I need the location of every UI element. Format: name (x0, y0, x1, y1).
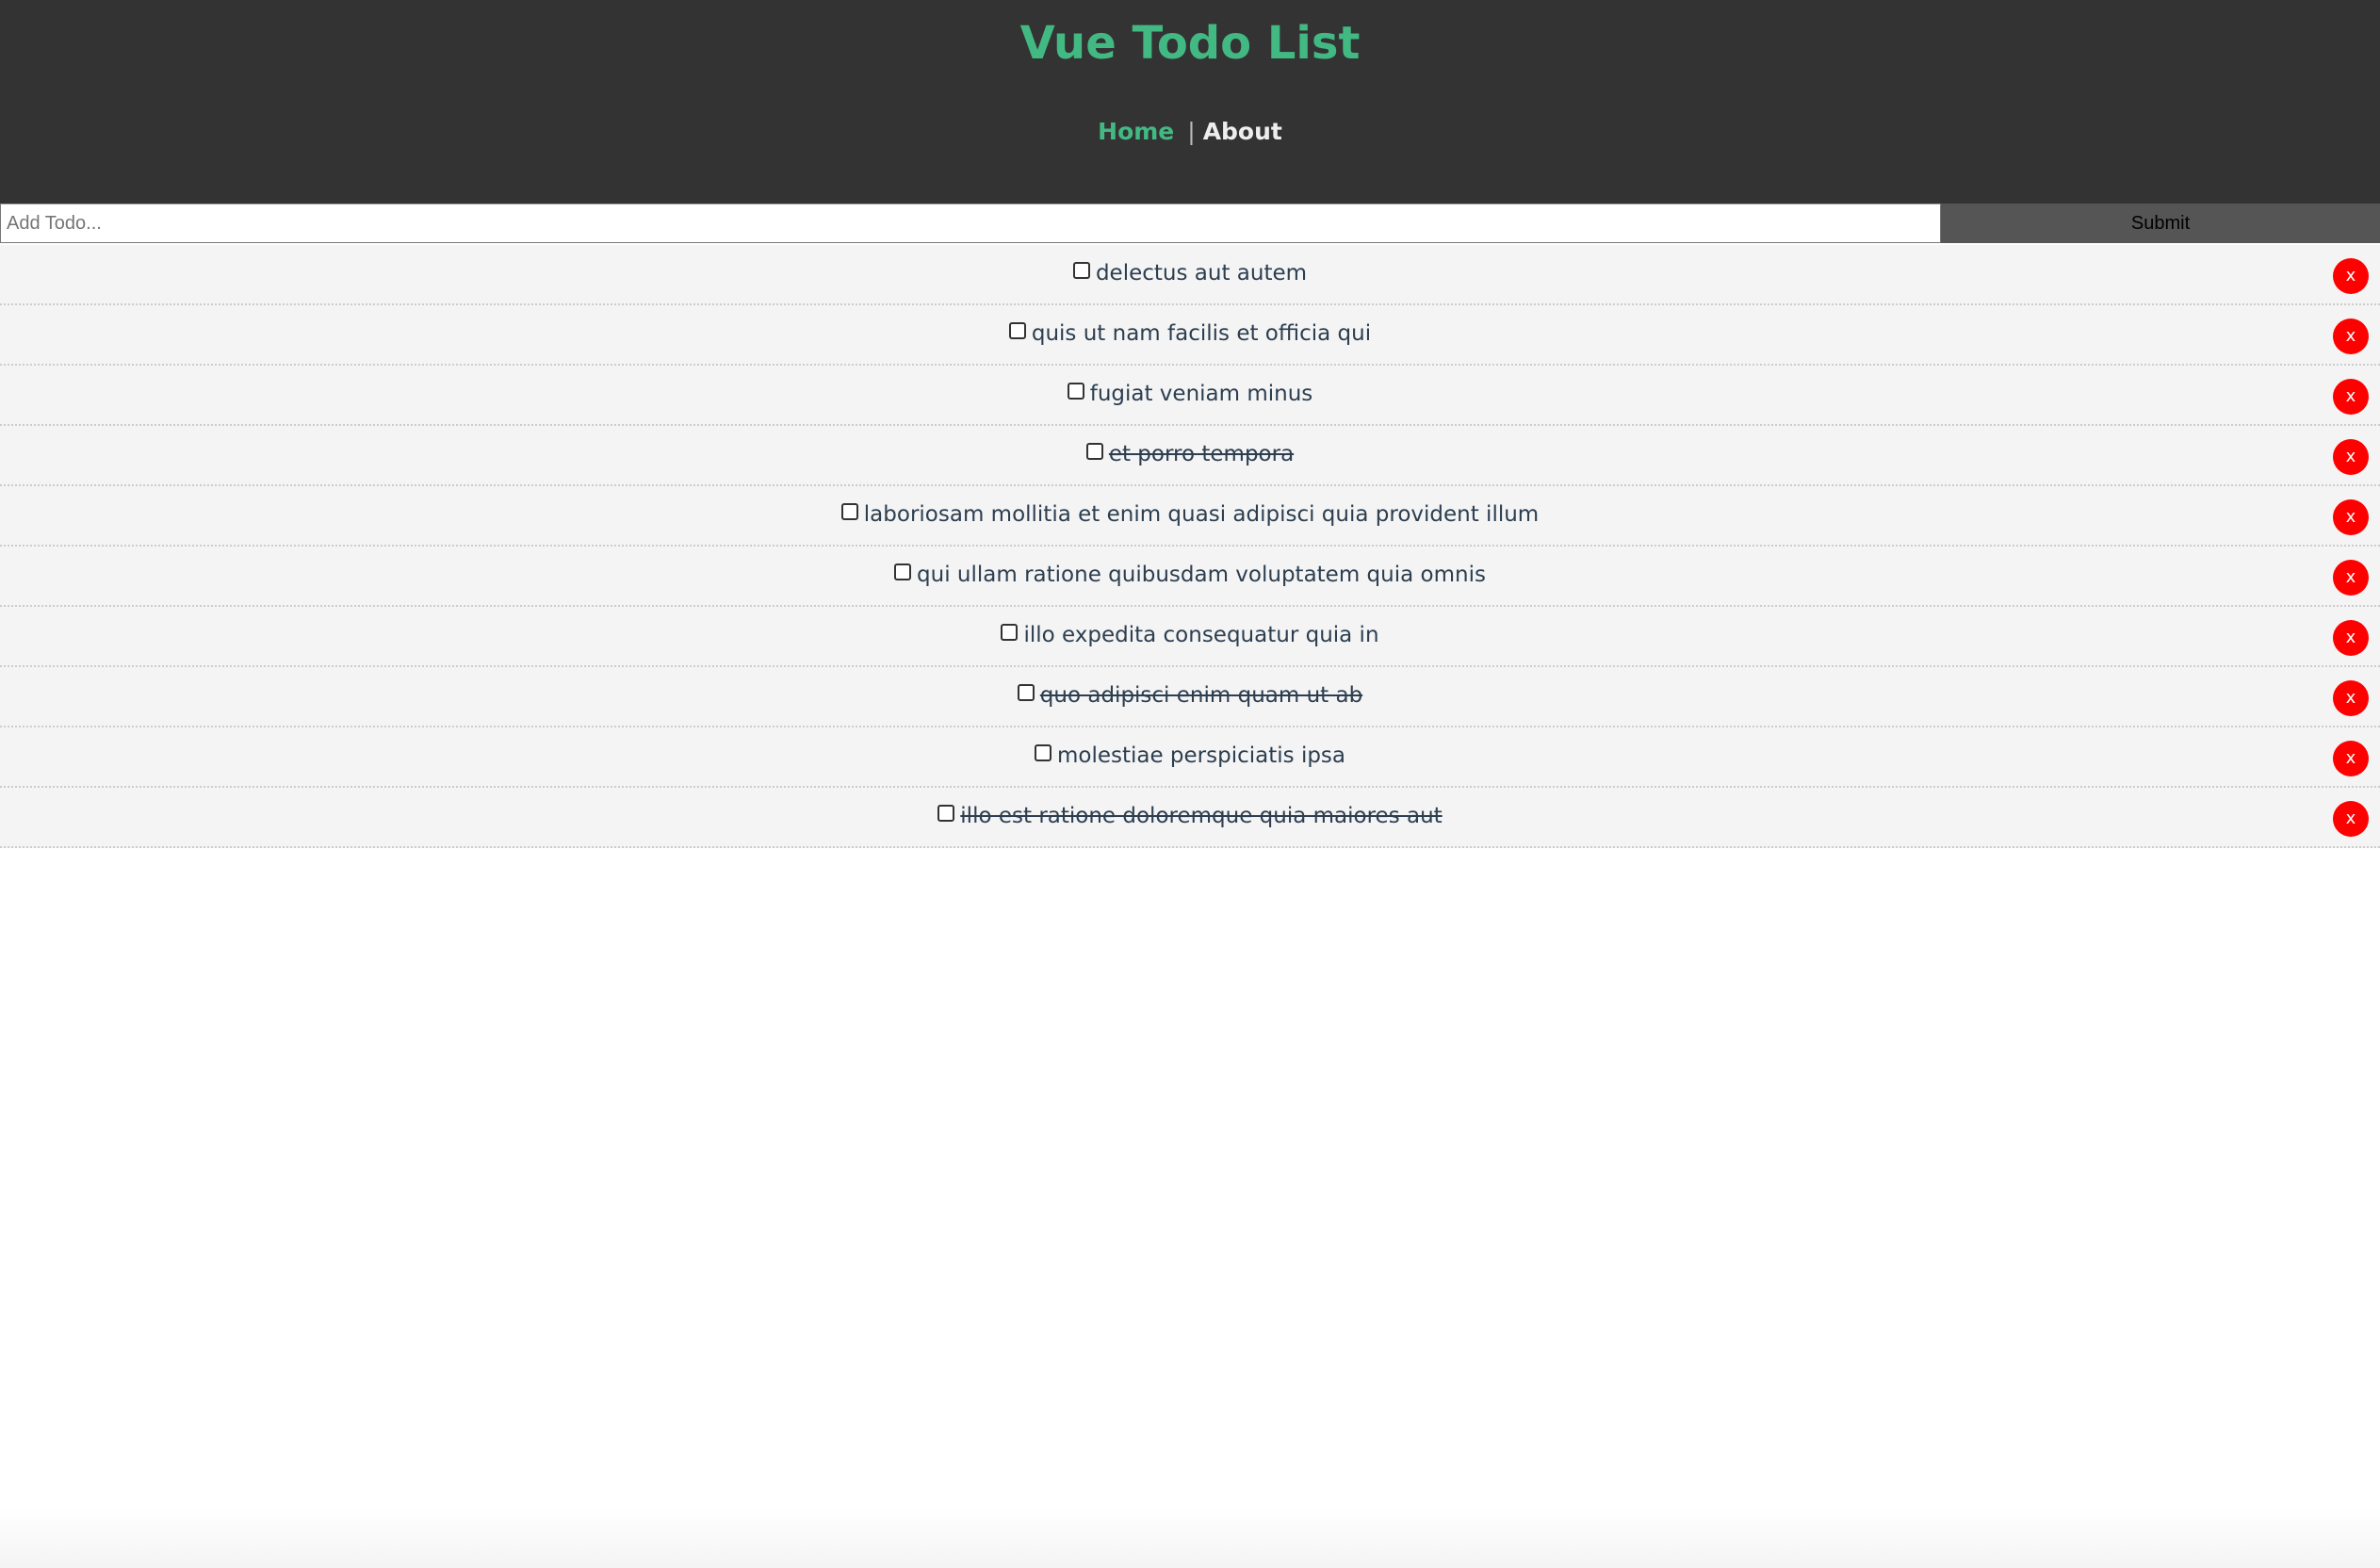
todo-checkbox[interactable] (894, 564, 912, 580)
todo-list: delectus aut autem x quis ut nam facilis… (0, 245, 2380, 848)
todo-item: molestiae perspiciatis ipsa x (0, 727, 2380, 788)
todo-title: qui ullam ratione quibusdam voluptatem q… (917, 563, 1486, 587)
todo-item: qui ullam ratione quibusdam voluptatem q… (0, 547, 2380, 607)
app-title: Vue Todo List (1019, 17, 1361, 70)
todo-item: laboriosam mollitia et enim quasi adipis… (0, 486, 2380, 547)
todo-item: illo expedita consequatur quia in x (0, 607, 2380, 667)
todo-title: laboriosam mollitia et enim quasi adipis… (863, 502, 1540, 527)
todo-checkbox[interactable] (1072, 262, 1090, 279)
delete-todo-button[interactable]: x (2333, 318, 2369, 354)
submit-button[interactable]: Submit (1941, 204, 2380, 243)
nav-link-home[interactable]: Home (1098, 118, 1174, 145)
delete-todo-button[interactable]: x (2333, 560, 2369, 596)
main-nav: Home | About (0, 113, 2380, 151)
todo-title: et porro tempora (1108, 442, 1295, 466)
delete-todo-button[interactable]: x (2333, 741, 2369, 776)
todo-item: quo adipisci enim quam ut ab x (0, 667, 2380, 727)
delete-todo-button[interactable]: x (2333, 801, 2369, 837)
todo-title: delectus aut autem (1095, 261, 1308, 286)
todo-item: fugiat veniam minus x (0, 366, 2380, 426)
delete-todo-button[interactable]: x (2333, 379, 2369, 415)
todo-item: delectus aut autem x (0, 245, 2380, 305)
delete-todo-button[interactable]: x (2333, 680, 2369, 716)
todo-checkbox[interactable] (1017, 684, 1035, 701)
todo-title: molestiae perspiciatis ipsa (1056, 743, 1346, 768)
todo-checkbox[interactable] (1067, 383, 1084, 400)
todo-title: fugiat veniam minus (1089, 382, 1313, 406)
todo-checkbox[interactable] (840, 503, 858, 520)
todo-item: illo est ratione doloremque quia maiores… (0, 788, 2380, 848)
todo-checkbox[interactable] (1085, 443, 1103, 460)
todo-title: illo est ratione doloremque quia maiores… (960, 804, 1443, 828)
todo-checkbox[interactable] (1008, 322, 1026, 339)
nav-link-about[interactable]: About (1203, 118, 1282, 145)
todo-item: quis ut nam facilis et officia qui x (0, 305, 2380, 366)
todo-title: illo expedita consequatur quia in (1023, 623, 1379, 647)
page-bottom-fade (0, 1508, 2380, 1568)
todo-title: quo adipisci enim quam ut ab (1039, 683, 1363, 708)
delete-todo-button[interactable]: x (2333, 439, 2369, 475)
app-header: Vue Todo List Home | About (0, 0, 2380, 204)
todo-checkbox[interactable] (937, 805, 955, 822)
nav-separator: | (1187, 118, 1196, 145)
todo-item: et porro tempora x (0, 426, 2380, 486)
delete-todo-button[interactable]: x (2333, 499, 2369, 535)
add-todo-input[interactable] (0, 204, 1941, 243)
todo-checkbox[interactable] (1001, 624, 1019, 641)
todo-checkbox[interactable] (1034, 744, 1051, 761)
add-todo-form: Submit (0, 204, 2380, 243)
delete-todo-button[interactable]: x (2333, 258, 2369, 294)
todo-title: quis ut nam facilis et officia qui (1031, 321, 1372, 346)
delete-todo-button[interactable]: x (2333, 620, 2369, 656)
